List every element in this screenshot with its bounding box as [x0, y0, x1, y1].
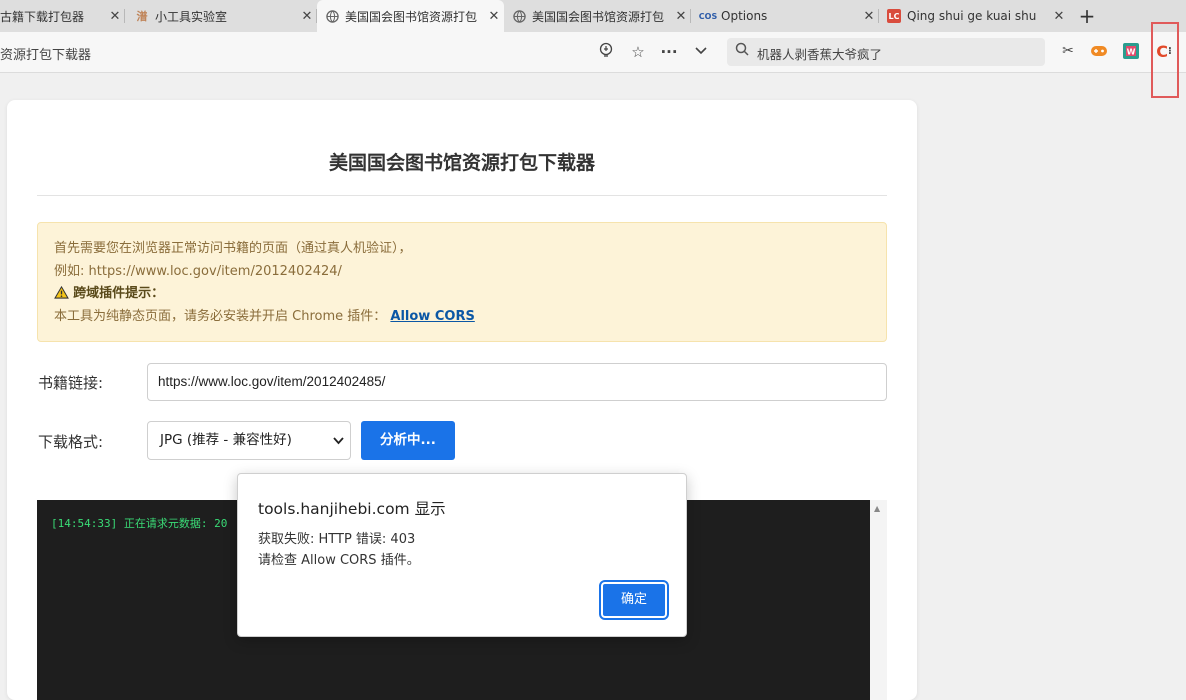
notice-warning-title: 跨域插件提示： [73, 286, 165, 301]
close-icon[interactable]: ✕ [105, 9, 125, 24]
lightbulb-icon[interactable] [596, 42, 616, 62]
page-title: 美国国会图书馆资源打包下载器 [328, 152, 595, 174]
tab-options[interactable]: COS Options ✕ [691, 0, 879, 32]
close-icon[interactable]: ✕ [297, 9, 317, 24]
highlight-box [1151, 22, 1179, 98]
alert-dialog: tools.hanjihebi.com 显示 获取失败: HTTP 错误: 40… [237, 473, 687, 637]
tab-loc-active[interactable]: 美国国会图书馆资源打包 ✕ [317, 0, 504, 32]
search-box[interactable]: 机器人剥香蕉大爷疯了 [727, 38, 1045, 66]
globe-icon [512, 9, 526, 23]
notice-box: 首先需要您在浏览器正常访问书籍的页面（通过真人机验证）， 例如: https:/… [37, 222, 887, 342]
book-link-label: 书籍链接: [38, 374, 104, 392]
chevron-down-icon [333, 422, 344, 474]
browser-toolbar: 资源打包下载器 ☆ ··· 机器人剥香蕉大爷疯了 ✂ W C ⁝ [0, 32, 1186, 73]
close-icon[interactable]: ✕ [484, 9, 504, 24]
tab-loc[interactable]: 美国国会图书馆资源打包 ✕ [504, 0, 691, 32]
chevron-down-icon[interactable] [691, 42, 711, 62]
divider [37, 195, 887, 196]
scroll-up-icon[interactable]: ▲ [874, 504, 880, 513]
close-icon[interactable]: ✕ [859, 9, 879, 24]
tab-title: Qing shui ge kuai shu [907, 9, 1037, 23]
log-line: [14:54:33] 正在请求元数据: 20 [51, 517, 228, 530]
w-extension-icon[interactable]: W [1121, 41, 1141, 61]
search-icon [735, 42, 749, 60]
globe-icon [325, 9, 339, 23]
more-icon[interactable]: ··· [659, 42, 679, 62]
tab-title: 小工具实验室 [155, 9, 228, 24]
format-label: 下载格式: [38, 433, 104, 451]
dialog-title: tools.hanjihebi.com 显示 [258, 500, 446, 518]
dialog-message-line: 获取失败: HTTP 错误: 403 [258, 532, 416, 547]
warning-icon [54, 285, 73, 301]
ok-button[interactable]: 确定 [599, 580, 669, 620]
tab-bar: 古籍下载打包器 ✕ 潽 小工具实验室 ✕ 美国国会图书馆资源打包 ✕ 美国国会图… [0, 0, 1186, 32]
notice-line: 本工具为纯静态页面，请务必安装并开启 Chrome 插件： [54, 308, 387, 324]
star-icon[interactable]: ☆ [628, 42, 648, 62]
address-bar[interactable]: 资源打包下载器 [0, 44, 91, 63]
format-select-value: JPG (推荐 - 兼容性好) [160, 432, 292, 448]
cors-icon: COS [698, 11, 718, 21]
tab-tool-lab[interactable]: 潽 小工具实验室 ✕ [127, 0, 317, 32]
new-tab-button[interactable]: + [1076, 3, 1098, 29]
gamepad-icon[interactable] [1089, 41, 1109, 61]
format-select[interactable]: JPG (推荐 - 兼容性好) [147, 421, 351, 460]
dialog-message: 获取失败: HTTP 错误: 403 请检查 Allow CORS 插件。 [258, 529, 420, 571]
svg-text:W: W [1127, 48, 1136, 57]
book-link-input[interactable]: https://www.loc.gov/item/2012402485/ [147, 363, 887, 401]
tab-title: 美国国会图书馆资源打包 [345, 9, 478, 24]
tab-ancient-books[interactable]: 古籍下载打包器 ✕ [0, 0, 125, 32]
scissors-icon[interactable]: ✂ [1058, 41, 1078, 61]
close-icon[interactable]: ✕ [1049, 9, 1069, 24]
close-icon[interactable]: ✕ [671, 9, 691, 24]
tab-qing-shui[interactable]: LC Qing shui ge kuai shu ✕ [879, 0, 1069, 32]
notice-line: 例如: https://www.loc.gov/item/2012402424/ [54, 263, 342, 279]
dialog-message-line: 请检查 Allow CORS 插件。 [258, 553, 420, 568]
analyze-button[interactable]: 分析中... [361, 421, 455, 460]
tab-title: 古籍下载打包器 [0, 9, 85, 24]
allow-cors-link[interactable]: Allow CORS [390, 309, 474, 324]
notice-line: 首先需要您在浏览器正常访问书籍的页面（通过真人机验证）， [54, 241, 412, 256]
tab-title: 美国国会图书馆资源打包 [532, 9, 665, 24]
tab-title: Options [721, 9, 768, 23]
console-scrollbar[interactable]: ▲ [870, 500, 887, 700]
loc-icon: LC [887, 9, 901, 23]
search-placeholder: 机器人剥香蕉大爷疯了 [757, 47, 883, 62]
han-icon: 潽 [136, 10, 148, 23]
